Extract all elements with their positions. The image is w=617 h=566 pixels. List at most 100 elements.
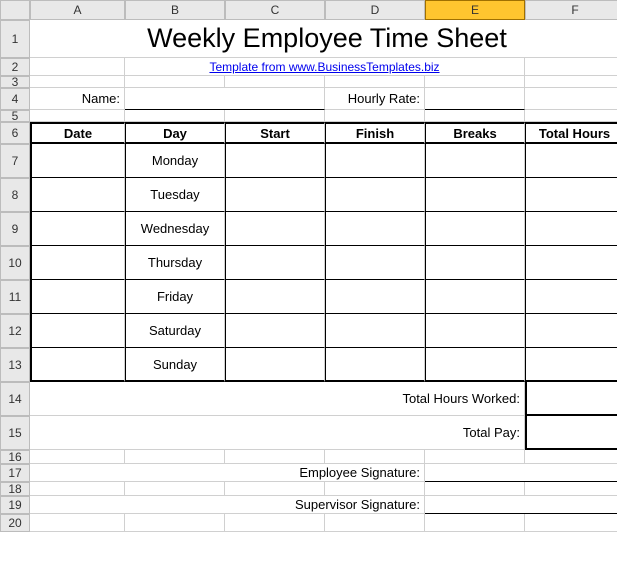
data-cell-r1c0[interactable] [30,178,125,212]
day-cell-1[interactable]: Tuesday [125,178,225,212]
day-cell-6[interactable]: Sunday [125,348,225,382]
cell-r5c4[interactable] [425,110,525,122]
data-cell-r3c0[interactable] [30,246,125,280]
row-header-16[interactable]: 16 [0,450,30,464]
cell-r20c1[interactable] [125,514,225,532]
data-cell-r5c4[interactable] [425,314,525,348]
row-header-18[interactable]: 18 [0,482,30,496]
cell-r18c2[interactable] [225,482,325,496]
cell-r5c5[interactable] [525,110,617,122]
total-pay-value[interactable] [525,416,617,450]
row-header-2[interactable]: 2 [0,58,30,76]
data-cell-r1c4[interactable] [425,178,525,212]
column-header-E[interactable]: E [425,0,525,20]
column-header-A[interactable]: A [30,0,125,20]
data-cell-r4c0[interactable] [30,280,125,314]
data-cell-r5c0[interactable] [30,314,125,348]
hourly-rate-input[interactable] [425,88,525,110]
data-cell-r2c4[interactable] [425,212,525,246]
row-header-20[interactable]: 20 [0,514,30,532]
cell-r3c5[interactable] [525,76,617,88]
cell-r20c0[interactable] [30,514,125,532]
cell-F4[interactable] [525,88,617,110]
row-header-9[interactable]: 9 [0,212,30,246]
day-cell-5[interactable]: Saturday [125,314,225,348]
row-header-14[interactable]: 14 [0,382,30,416]
data-cell-r6c3[interactable] [325,348,425,382]
cell-r5c2[interactable] [225,110,325,122]
data-cell-r6c4[interactable] [425,348,525,382]
data-cell-r3c4[interactable] [425,246,525,280]
row-header-1[interactable]: 1 [0,20,30,58]
cell-r16c3[interactable] [325,450,425,464]
row-header-13[interactable]: 13 [0,348,30,382]
data-cell-r0c2[interactable] [225,144,325,178]
data-cell-r3c2[interactable] [225,246,325,280]
cell-r20c3[interactable] [325,514,425,532]
data-cell-r2c3[interactable] [325,212,425,246]
cell-r20c2[interactable] [225,514,325,532]
column-header-F[interactable]: F [525,0,617,20]
employee-signature-line[interactable] [425,464,617,482]
cell-r16c4[interactable] [425,450,525,464]
cell-r3c3[interactable] [325,76,425,88]
name-input[interactable] [125,88,325,110]
cell-r5c1[interactable] [125,110,225,122]
cell-r3c1[interactable] [125,76,225,88]
column-header-B[interactable]: B [125,0,225,20]
data-cell-r3c3[interactable] [325,246,425,280]
day-cell-4[interactable]: Friday [125,280,225,314]
data-cell-r5c2[interactable] [225,314,325,348]
data-cell-r1c3[interactable] [325,178,425,212]
cell-r18c4[interactable] [425,482,525,496]
data-cell-r4c3[interactable] [325,280,425,314]
data-cell-r1c2[interactable] [225,178,325,212]
day-cell-3[interactable]: Thursday [125,246,225,280]
cell-r5c0[interactable] [30,110,125,122]
data-cell-r2c5[interactable] [525,212,617,246]
data-cell-r2c0[interactable] [30,212,125,246]
cell-A2[interactable] [30,58,125,76]
day-cell-2[interactable]: Wednesday [125,212,225,246]
cell-r3c4[interactable] [425,76,525,88]
column-header-C[interactable]: C [225,0,325,20]
data-cell-r6c0[interactable] [30,348,125,382]
day-cell-0[interactable]: Monday [125,144,225,178]
data-cell-r2c2[interactable] [225,212,325,246]
cell-r16c1[interactable] [125,450,225,464]
row-header-3[interactable]: 3 [0,76,30,88]
data-cell-r6c5[interactable] [525,348,617,382]
row-header-15[interactable]: 15 [0,416,30,450]
cell-r3c2[interactable] [225,76,325,88]
cell-r16c5[interactable] [525,450,617,464]
total-hours-worked-value[interactable] [525,382,617,416]
cell-r18c1[interactable] [125,482,225,496]
data-cell-r5c3[interactable] [325,314,425,348]
template-link[interactable]: Template from www.BusinessTemplates.biz [125,58,525,76]
cell-r5c3[interactable] [325,110,425,122]
cell-r16c0[interactable] [30,450,125,464]
data-cell-r0c3[interactable] [325,144,425,178]
data-cell-r0c0[interactable] [30,144,125,178]
row-header-5[interactable]: 5 [0,110,30,122]
data-cell-r5c5[interactable] [525,314,617,348]
row-header-4[interactable]: 4 [0,88,30,110]
row-header-7[interactable]: 7 [0,144,30,178]
data-cell-r3c5[interactable] [525,246,617,280]
cell-F2[interactable] [525,58,617,76]
cell-r3c0[interactable] [30,76,125,88]
column-header-D[interactable]: D [325,0,425,20]
data-cell-r4c2[interactable] [225,280,325,314]
cell-r18c0[interactable] [30,482,125,496]
cell-r18c5[interactable] [525,482,617,496]
row-header-17[interactable]: 17 [0,464,30,482]
row-header-12[interactable]: 12 [0,314,30,348]
cell-r20c5[interactable] [525,514,617,532]
row-header-19[interactable]: 19 [0,496,30,514]
data-cell-r0c5[interactable] [525,144,617,178]
row-header-10[interactable]: 10 [0,246,30,280]
data-cell-r4c5[interactable] [525,280,617,314]
cell-r16c2[interactable] [225,450,325,464]
row-header-6[interactable]: 6 [0,122,30,144]
data-cell-r6c2[interactable] [225,348,325,382]
